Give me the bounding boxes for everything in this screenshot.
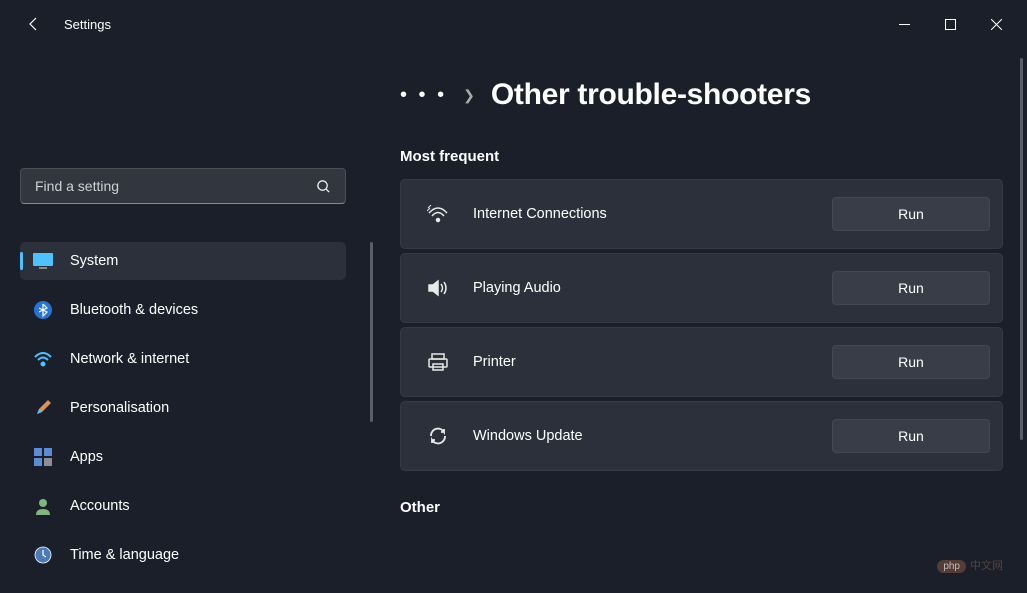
system-icon (32, 250, 54, 272)
troubleshooter-label: Playing Audio (473, 280, 832, 296)
sidebar-item-bluetooth[interactable]: Bluetooth & devices (20, 291, 346, 329)
sidebar-item-personalisation[interactable]: Personalisation (20, 389, 346, 427)
apps-icon (32, 446, 54, 468)
sidebar-item-label: System (70, 253, 118, 269)
printer-icon (421, 350, 455, 374)
close-button[interactable] (973, 8, 1019, 40)
sidebar: System Bluetooth & devices Network & int… (0, 48, 360, 593)
person-icon (32, 495, 54, 517)
sidebar-item-accounts[interactable]: Accounts (20, 487, 346, 525)
chevron-right-icon: ❯ (463, 87, 475, 104)
breadcrumb: • • • ❯ Other trouble-shooters (400, 78, 1003, 112)
section-other: Other (400, 499, 1003, 516)
section-most-frequent: Most frequent (400, 148, 1003, 165)
troubleshooter-label: Printer (473, 354, 832, 370)
troubleshooter-windows-update: Windows Update Run (400, 401, 1003, 471)
troubleshooter-label: Windows Update (473, 428, 832, 444)
back-arrow-icon (26, 16, 42, 32)
search-input[interactable] (35, 178, 316, 194)
bluetooth-icon (32, 299, 54, 321)
sidebar-item-label: Network & internet (70, 351, 189, 367)
maximize-button[interactable] (927, 8, 973, 40)
run-button-windows-update[interactable]: Run (832, 419, 990, 453)
minimize-button[interactable] (881, 8, 927, 40)
minimize-icon (899, 19, 910, 30)
paintbrush-icon (32, 397, 54, 419)
internet-icon (421, 202, 455, 226)
back-button[interactable] (24, 14, 44, 34)
speaker-icon (421, 276, 455, 300)
troubleshooter-audio: Playing Audio Run (400, 253, 1003, 323)
troubleshooter-internet: Internet Connections Run (400, 179, 1003, 249)
window-controls (881, 8, 1019, 40)
search-box[interactable] (20, 168, 346, 204)
sidebar-item-label: Personalisation (70, 400, 169, 416)
wifi-icon (32, 348, 54, 370)
search-icon (316, 179, 331, 194)
run-button-internet[interactable]: Run (832, 197, 990, 231)
page-title: Other trouble-shooters (491, 78, 811, 112)
content-area: • • • ❯ Other trouble-shooters Most freq… (360, 48, 1027, 593)
sync-icon (421, 424, 455, 448)
breadcrumb-overflow[interactable]: • • • (400, 84, 447, 107)
troubleshooter-label: Internet Connections (473, 206, 832, 222)
watermark-text: 中文网 (970, 560, 1003, 572)
sidebar-item-apps[interactable]: Apps (20, 438, 346, 476)
maximize-icon (945, 19, 956, 30)
sidebar-item-label: Apps (70, 449, 103, 465)
main-layout: System Bluetooth & devices Network & int… (0, 48, 1027, 593)
sidebar-nav: System Bluetooth & devices Network & int… (20, 242, 346, 585)
close-icon (991, 19, 1002, 30)
watermark: php 中文网 (937, 557, 1003, 573)
troubleshooter-printer: Printer Run (400, 327, 1003, 397)
app-title: Settings (64, 17, 111, 32)
watermark-badge: php (937, 560, 966, 573)
sidebar-item-label: Accounts (70, 498, 130, 514)
titlebar: Settings (0, 0, 1027, 48)
sidebar-item-network[interactable]: Network & internet (20, 340, 346, 378)
sidebar-item-label: Time & language (70, 547, 179, 563)
sidebar-item-time-language[interactable]: Time & language (20, 536, 346, 574)
content-scrollbar[interactable] (1020, 48, 1023, 593)
clock-globe-icon (32, 544, 54, 566)
run-button-printer[interactable]: Run (832, 345, 990, 379)
run-button-audio[interactable]: Run (832, 271, 990, 305)
titlebar-left: Settings (24, 14, 111, 34)
sidebar-item-label: Bluetooth & devices (70, 302, 198, 318)
sidebar-item-system[interactable]: System (20, 242, 346, 280)
